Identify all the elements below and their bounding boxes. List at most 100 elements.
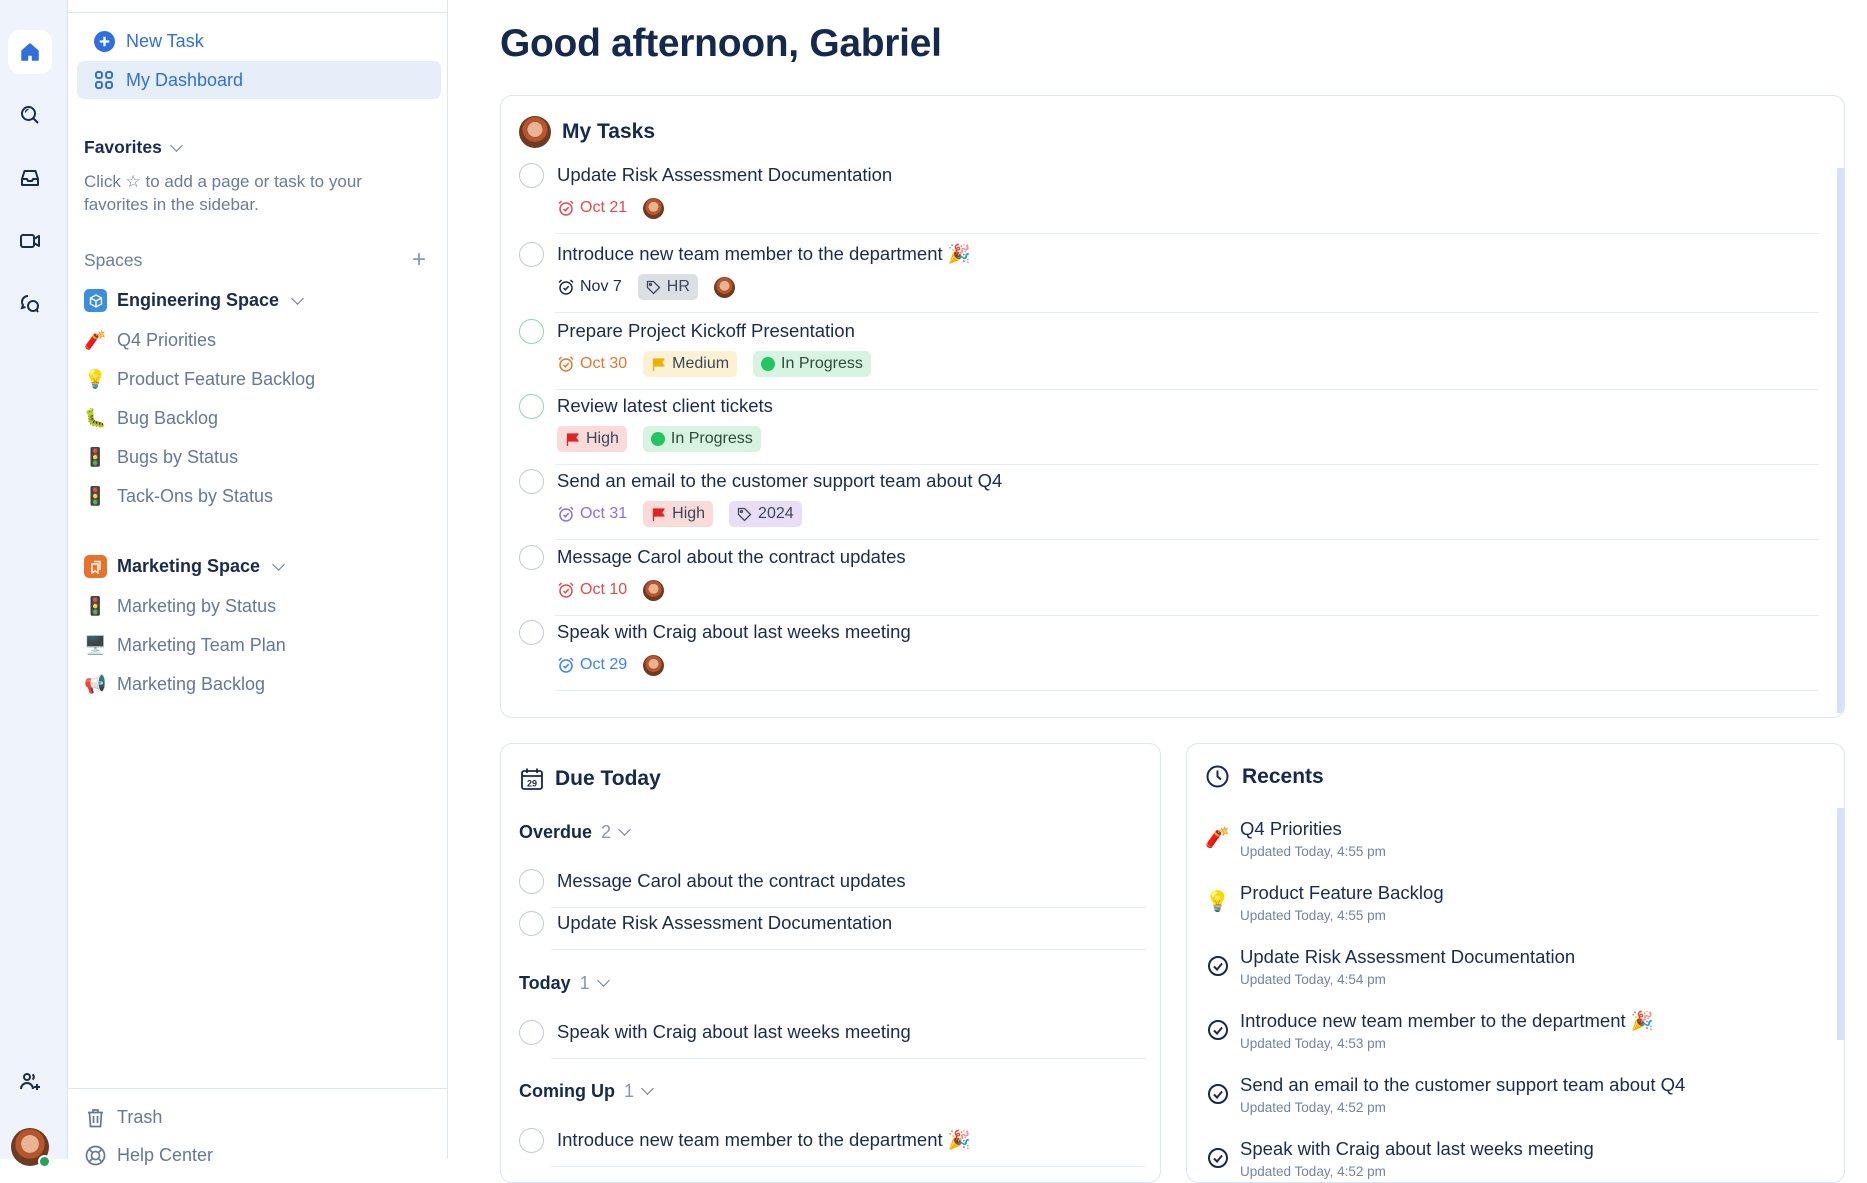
task-checkbox[interactable]	[519, 1128, 544, 1153]
rail-search-button[interactable]	[8, 93, 52, 137]
badge-label: In Progress	[670, 430, 753, 447]
space-item-product-feature-backlog[interactable]: 💡 Product Feature Backlog	[84, 369, 315, 390]
rail-chat-button[interactable]	[8, 282, 52, 326]
space-item-q4-priorities[interactable]: 🧨 Q4 Priorities	[84, 330, 216, 351]
space-item-bug-backlog[interactable]: 🐛 Bug Backlog	[84, 408, 218, 429]
task-name[interactable]: Update Risk Assessment Documentation	[557, 911, 892, 935]
task-name[interactable]: Update Risk Assessment Documentation	[557, 163, 892, 187]
task-name[interactable]: Send an email to the customer support te…	[557, 469, 1002, 493]
due-group-header[interactable]: Overdue 2	[519, 822, 631, 843]
recent-item-name[interactable]: Introduce new team member to the departm…	[1240, 1009, 1654, 1033]
task-checkbox[interactable]	[519, 545, 544, 570]
recent-item-name[interactable]: Q4 Priorities	[1240, 817, 1342, 841]
recent-item[interactable]: Update Risk Assessment Documentation Upd…	[1205, 945, 1805, 995]
due-task-row[interactable]: Introduce new team member to the departm…	[519, 1128, 1146, 1170]
due-date[interactable]: Oct 29	[557, 656, 627, 674]
task-name[interactable]: Introduce new team member to the departm…	[557, 242, 971, 266]
recent-item[interactable]: Send an email to the customer support te…	[1205, 1073, 1805, 1123]
task-name[interactable]: Speak with Craig about last weeks meetin…	[557, 620, 911, 644]
my-tasks-scrollbar[interactable]	[1837, 168, 1844, 713]
tag-badge[interactable]: 2024	[729, 501, 802, 527]
alarm-clock-icon	[557, 278, 575, 296]
due-group-header[interactable]: Coming Up 1	[519, 1081, 654, 1102]
priority-badge[interactable]: Medium	[643, 351, 738, 377]
assignee-avatar[interactable]	[713, 276, 735, 298]
task-name[interactable]: Message Carol about the contract updates	[557, 869, 906, 893]
recent-item[interactable]: 💡 Product Feature Backlog Updated Today,…	[1205, 881, 1805, 931]
task-check-icon	[1205, 953, 1230, 978]
tag-badge[interactable]: HR	[637, 274, 698, 300]
task-name[interactable]: Review latest client tickets	[557, 394, 773, 418]
rail-meetings-button[interactable]	[8, 219, 52, 263]
space-item-tack-ons-by-status[interactable]: 🚦 Tack-Ons by Status	[84, 486, 273, 507]
due-task-row[interactable]: Speak with Craig about last weeks meetin…	[519, 1020, 1146, 1062]
task-checkbox[interactable]	[519, 620, 544, 645]
task-checkbox[interactable]	[519, 1020, 544, 1045]
recent-item-name[interactable]: Send an email to the customer support te…	[1240, 1073, 1685, 1097]
space-marketing[interactable]: Marketing Space	[84, 555, 285, 578]
bookmark-stack-icon	[84, 555, 107, 578]
chevron-down-icon	[641, 1082, 654, 1095]
trash-nav-item[interactable]: Trash	[84, 1106, 162, 1129]
due-date[interactable]: Oct 30	[557, 355, 627, 373]
recent-item[interactable]: Speak with Craig about last weeks meetin…	[1205, 1137, 1805, 1182]
space-item-marketing-backlog[interactable]: 📢 Marketing Backlog	[84, 674, 265, 695]
task-checkbox[interactable]	[519, 911, 544, 936]
task-meta: Oct 10	[557, 577, 665, 603]
recent-item[interactable]: 🧨 Q4 Priorities Updated Today, 4:55 pm	[1205, 817, 1805, 867]
due-date[interactable]: Oct 31	[557, 505, 627, 523]
due-date[interactable]: Oct 10	[557, 581, 627, 599]
task-checkbox[interactable]	[519, 394, 544, 419]
add-space-button[interactable]: +	[412, 248, 426, 272]
favorites-header[interactable]: Favorites	[84, 137, 183, 158]
recents-card: Recents 🧨 Q4 Priorities Updated Today, 4…	[1186, 743, 1845, 1183]
space-item-bugs-by-status[interactable]: 🚦 Bugs by Status	[84, 447, 238, 468]
group-label: Coming Up	[519, 1081, 615, 1101]
priority-badge[interactable]: High	[643, 501, 714, 527]
due-date[interactable]: Nov 7	[557, 278, 622, 296]
space-engineering[interactable]: Engineering Space	[84, 289, 304, 312]
task-checkbox[interactable]	[519, 319, 544, 344]
task-checkbox[interactable]	[519, 869, 544, 894]
megaphone-icon: 📢	[84, 674, 107, 694]
rail-inbox-button[interactable]	[8, 156, 52, 200]
page-title: Good afternoon, Gabriel	[500, 22, 942, 65]
user-avatar[interactable]	[11, 1128, 51, 1168]
due-task-row[interactable]: Update Risk Assessment Documentation	[519, 911, 1146, 953]
task-name[interactable]: Message Carol about the contract updates	[557, 545, 906, 569]
space-item-label: Product Feature Backlog	[117, 369, 316, 389]
priority-badge[interactable]: High	[557, 426, 627, 452]
due-date[interactable]: Oct 21	[557, 199, 627, 217]
dashboard-grid-icon	[93, 69, 115, 91]
rail-invite-button[interactable]	[8, 1060, 52, 1104]
my-dashboard-nav-item[interactable]: My Dashboard	[77, 61, 441, 99]
space-item-marketing-by-status[interactable]: 🚦 Marketing by Status	[84, 596, 276, 617]
new-task-button[interactable]: New Task	[77, 22, 441, 60]
assignee-avatar[interactable]	[643, 579, 665, 601]
space-item-marketing-team-plan[interactable]: 🖥️ Marketing Team Plan	[84, 635, 285, 656]
badge-label: HR	[666, 278, 690, 295]
help-center-nav-item[interactable]: Help Center	[84, 1144, 213, 1167]
task-checkbox[interactable]	[519, 242, 544, 267]
chevron-down-icon	[169, 138, 183, 152]
task-name[interactable]: Speak with Craig about last weeks meetin…	[557, 1020, 911, 1044]
assignee-avatar[interactable]	[643, 654, 665, 676]
task-checkbox[interactable]	[519, 163, 544, 188]
due-group-header[interactable]: Today 1	[519, 973, 610, 994]
task-checkbox[interactable]	[519, 469, 544, 494]
recents-scrollbar[interactable]	[1837, 808, 1844, 1040]
task-name[interactable]: Introduce new team member to the departm…	[557, 1128, 971, 1152]
status-badge[interactable]: In Progress	[753, 351, 871, 377]
rail-home-button[interactable]	[8, 30, 52, 74]
recent-item-name[interactable]: Update Risk Assessment Documentation	[1240, 945, 1575, 969]
due-today-title: Due Today	[555, 767, 661, 790]
due-date-text: Oct 31	[580, 505, 628, 522]
priority-flag-icon	[651, 357, 666, 372]
status-badge[interactable]: In Progress	[642, 426, 761, 452]
assignee-avatar[interactable]	[643, 197, 665, 219]
recent-item-name[interactable]: Product Feature Backlog	[1240, 881, 1444, 905]
task-name[interactable]: Prepare Project Kickoff Presentation	[557, 319, 855, 343]
recent-item-name[interactable]: Speak with Craig about last weeks meetin…	[1240, 1137, 1594, 1161]
due-task-row[interactable]: Message Carol about the contract updates	[519, 869, 1146, 911]
recent-item[interactable]: Introduce new team member to the departm…	[1205, 1009, 1805, 1059]
